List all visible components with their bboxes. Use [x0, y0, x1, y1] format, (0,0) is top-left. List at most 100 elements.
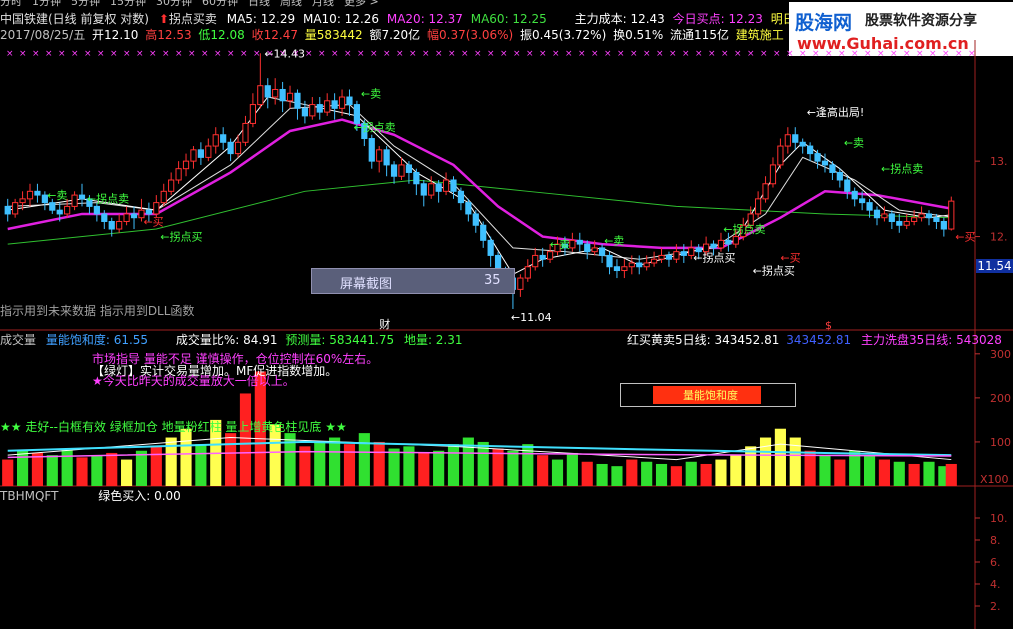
- candle-body: [71, 194, 78, 207]
- candle-body: [636, 262, 643, 268]
- bottom-header: TBHMQFT 绿色买入: 0.00: [0, 489, 181, 503]
- candle-body: [442, 179, 450, 192]
- annotation-turn_sell: ←拐点卖: [353, 120, 395, 134]
- volume-bar: [433, 450, 445, 486]
- candle-body: [665, 254, 673, 260]
- volume-header: 成交量 量能饱和度: 61.55 成交量比%: 84.91 预测量: 58344…: [0, 333, 463, 347]
- candle-body: [286, 92, 294, 102]
- candle-body: [844, 179, 851, 192]
- candle-body: [472, 213, 479, 226]
- candle-body: [316, 104, 323, 113]
- volume-legend: ★★ 走好--白框有效 绿框加仓 地量粉红柱 量上增黄色柱见底 ★★: [0, 420, 347, 434]
- signal-marker: ×: [630, 49, 638, 59]
- candle-body: [227, 141, 234, 155]
- signal-marker: ×: [370, 49, 378, 59]
- volume-bar: [388, 448, 400, 486]
- annotation-escape: ←逢高出局!: [807, 105, 865, 119]
- vol-tick-label: 200: [990, 392, 1011, 405]
- volume-note-3: ★今天比昨天的成交量放大一倍以上。: [92, 374, 295, 388]
- candle-body: [546, 251, 554, 260]
- candle-body: [933, 217, 940, 222]
- volume-wash: 主力洗盘35日线: 543028: [860, 333, 1002, 347]
- signal-marker: ×: [6, 49, 14, 59]
- signal-marker: ×: [617, 49, 625, 59]
- volume-bar: [46, 455, 58, 486]
- volume-bar: [31, 452, 44, 486]
- signal-marker: ×: [851, 49, 859, 59]
- volume-ma35-val: 343452.81: [786, 333, 852, 347]
- volume-bar: [329, 437, 341, 486]
- signal-marker: ×: [591, 49, 599, 59]
- signal-marker: ×: [448, 49, 456, 59]
- vol-unit-label: X100: [980, 473, 1009, 486]
- signal-marker: ×: [84, 49, 92, 59]
- candle-body: [398, 164, 405, 177]
- signal-marker: ×: [916, 49, 924, 59]
- signal-marker: ×: [461, 49, 469, 59]
- volume-bar: [596, 463, 608, 486]
- candle-body: [480, 224, 487, 241]
- candle-body: [390, 164, 398, 177]
- volume-bar: [106, 452, 118, 486]
- signal-marker: ×: [734, 49, 742, 59]
- candle-body: [918, 213, 925, 219]
- signal-marker: ×: [110, 49, 118, 59]
- volume-red-buy: 红买黄卖5日线: 343452.81: [627, 333, 780, 347]
- volume-bar: [61, 448, 73, 486]
- candle-body: [799, 141, 806, 147]
- candle-body: [130, 213, 138, 219]
- annotation-low: ←11.04: [511, 311, 552, 324]
- annotation-sell: ←卖: [604, 234, 624, 247]
- signal-marker: ×: [877, 49, 885, 59]
- candle-body: [49, 202, 56, 211]
- signal-marker: ×: [344, 49, 352, 59]
- saturation-badge-label: 量能饱和度: [683, 389, 738, 402]
- candle-body: [903, 220, 910, 226]
- volume-bar: [343, 444, 356, 486]
- signal-marker: ×: [721, 49, 729, 59]
- volume-bar: [150, 446, 162, 486]
- candle-body: [108, 220, 115, 230]
- volume-bar: [314, 441, 326, 486]
- signal-marker: ×: [604, 49, 612, 59]
- candle-body: [93, 205, 100, 215]
- candle-body: [324, 100, 331, 113]
- candle-body: [197, 149, 204, 158]
- signal-marker: ×: [58, 49, 66, 59]
- candle-body: [435, 183, 442, 192]
- candle-body: [821, 160, 829, 166]
- volume-bar: [730, 455, 742, 486]
- screenshot-button[interactable]: 屏幕截图 35: [311, 268, 515, 294]
- candle-body: [26, 190, 34, 200]
- financial-marker: 财: [379, 317, 390, 331]
- signal-marker: ×: [513, 49, 521, 59]
- signal-marker: ×: [201, 49, 209, 59]
- candle-body: [873, 209, 881, 219]
- signal-marker: ×: [526, 49, 534, 59]
- volume-bar: [17, 450, 29, 486]
- annotation-turn_buy: ←拐点买: [160, 230, 202, 244]
- signal-marker: ×: [214, 49, 222, 59]
- candle-body: [309, 104, 316, 117]
- volume-bar: [447, 444, 460, 486]
- signal-marker: ×: [331, 49, 339, 59]
- volume-bar: [225, 433, 237, 486]
- signal-marker: ×: [838, 49, 846, 59]
- volume-bar: [908, 463, 920, 486]
- signal-marker: ×: [955, 49, 963, 59]
- volume-bar: [551, 459, 564, 486]
- candle-body: [606, 254, 613, 268]
- signal-marker: ×: [929, 49, 937, 59]
- signal-marker: ×: [773, 49, 781, 59]
- volume-bar: [863, 455, 876, 486]
- signal-marker: ×: [786, 49, 794, 59]
- ma10-line: [7, 104, 952, 260]
- candle-body: [710, 243, 717, 249]
- candle-body: [755, 198, 762, 215]
- candle-body: [272, 88, 279, 98]
- signal-marker: ×: [708, 49, 716, 59]
- volume-bar: [655, 463, 668, 486]
- candle-body: [465, 202, 472, 215]
- candle-body: [532, 254, 539, 268]
- signal-marker: ×: [656, 49, 664, 59]
